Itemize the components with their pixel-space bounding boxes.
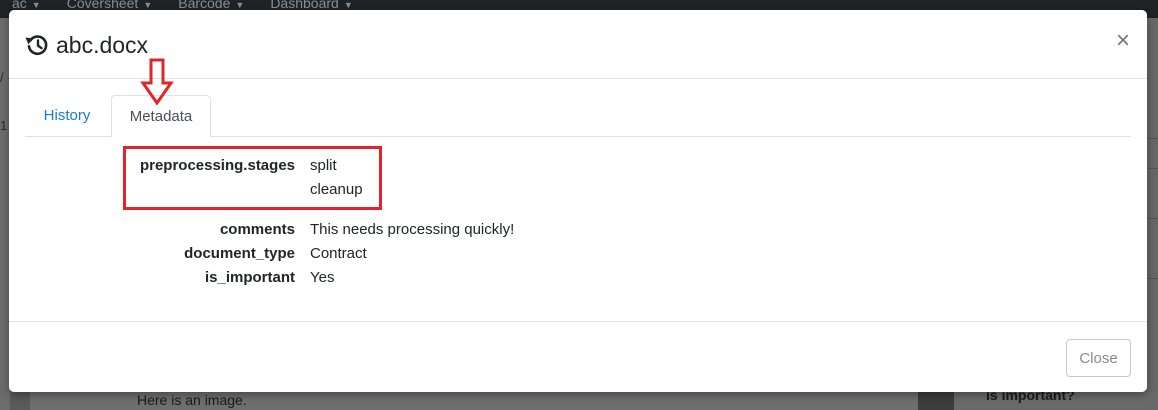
modal-footer: Close	[9, 321, 1147, 392]
background-right-panel	[1147, 18, 1158, 410]
background-content: Here is an image.	[30, 392, 918, 410]
background-side-panel: is important?	[954, 392, 1158, 410]
metadata-value-document-type: Contract	[310, 245, 367, 262]
background-side-label: is important?	[986, 392, 1075, 403]
annotation-arrow-icon	[140, 58, 174, 106]
metadata-value-comments: This needs processing quickly!	[310, 221, 515, 238]
history-icon	[25, 35, 48, 56]
metadata-key-is-important: is_important	[204, 269, 295, 286]
modal-title: abc.docx	[56, 32, 149, 58]
document-modal: abc.docx × History Metadata preprocessin…	[9, 10, 1147, 392]
close-button[interactable]: Close	[1066, 339, 1131, 377]
tab-history[interactable]: History	[25, 95, 109, 137]
close-icon[interactable]: ×	[1113, 29, 1133, 53]
background-content-text: Here is an image.	[137, 392, 247, 408]
annotation-highlight-box	[123, 146, 382, 210]
background-divider	[918, 392, 954, 410]
metadata-key-document-type: document_type	[184, 245, 295, 262]
metadata-key-comments: comments	[219, 221, 295, 238]
modal-header: abc.docx ×	[9, 10, 1147, 79]
metadata-value-is-important: Yes	[310, 269, 335, 286]
modal-tabs: History Metadata	[25, 95, 1131, 138]
